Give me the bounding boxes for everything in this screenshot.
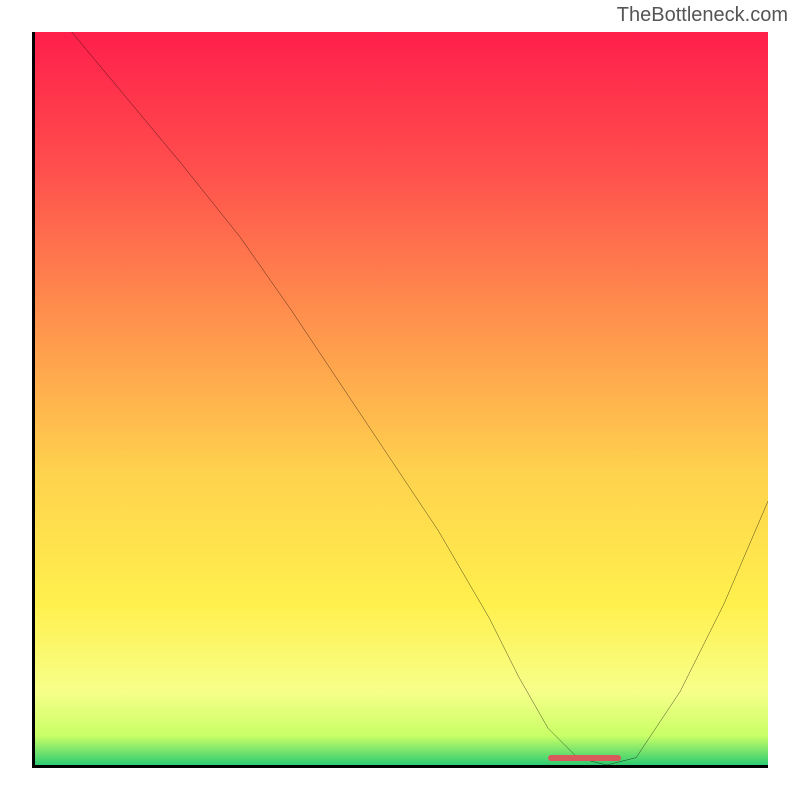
gradient-background — [35, 32, 768, 765]
plot-area — [35, 32, 768, 765]
optimum-range-marker — [548, 755, 621, 761]
watermark-text: TheBottleneck.com — [617, 4, 788, 27]
plot-frame — [32, 32, 768, 768]
